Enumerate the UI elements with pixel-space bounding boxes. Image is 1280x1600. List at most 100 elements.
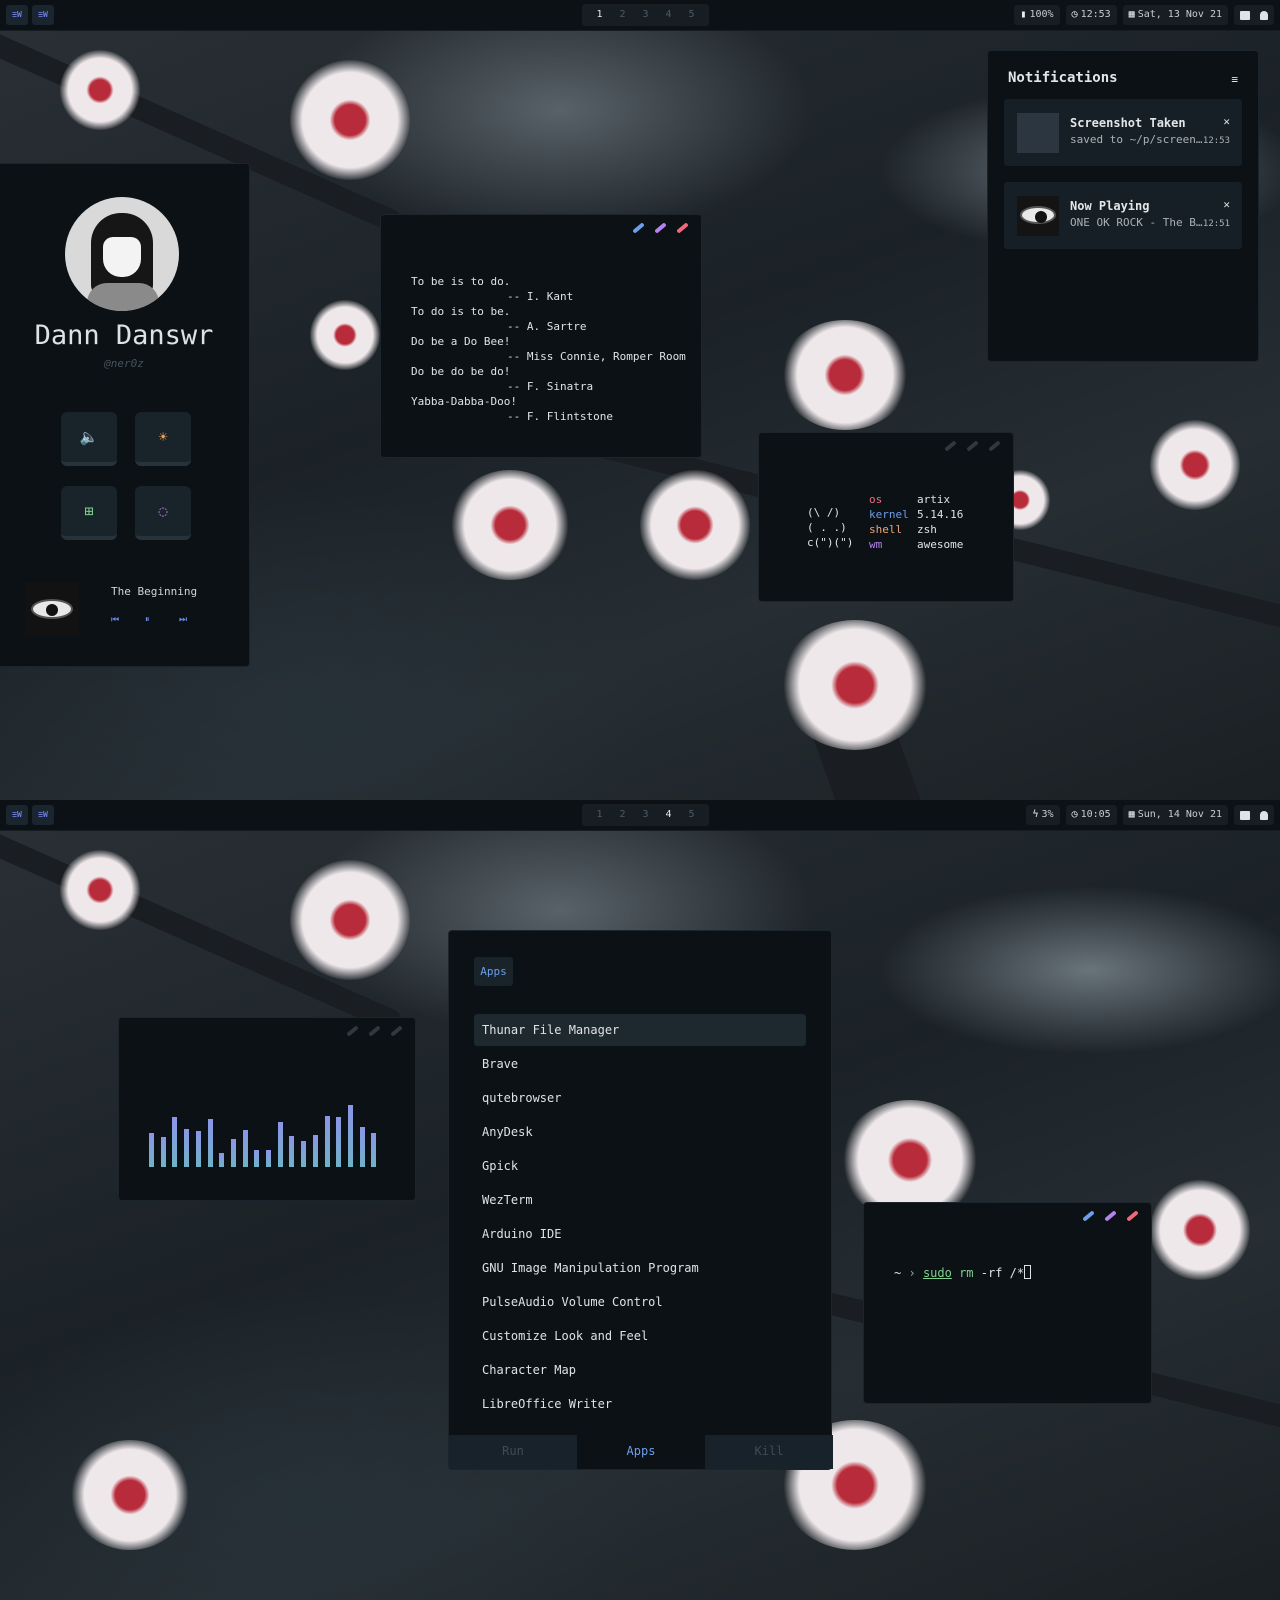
tray-icons xyxy=(1234,5,1274,25)
visualizer-bar xyxy=(195,1131,201,1167)
volume-button[interactable]: 🔈 xyxy=(61,412,117,466)
close-button[interactable] xyxy=(676,222,689,234)
maximize-button[interactable] xyxy=(368,1025,381,1037)
window-controls xyxy=(1082,1210,1139,1222)
cpu-button[interactable]: ⊞ xyxy=(61,486,117,540)
terminal-prompt[interactable]: ~ › sudo rm -rf /* xyxy=(894,1265,1032,1280)
launcher-item[interactable]: WezTerm xyxy=(474,1184,806,1216)
quote-line: Do be a Do Bee! xyxy=(411,335,511,348)
refresh-button[interactable]: ◌ xyxy=(135,486,191,540)
launcher-item[interactable]: Brave xyxy=(474,1048,806,1080)
visualizer-bar xyxy=(347,1105,353,1167)
workspace-1[interactable]: 1 xyxy=(588,804,611,826)
layout-tag-button[interactable]: ≡W xyxy=(32,805,54,825)
bell-icon[interactable] xyxy=(1260,10,1268,20)
text-cursor xyxy=(1024,1265,1032,1279)
minimize-button[interactable] xyxy=(1082,1210,1095,1222)
clock-time: 12:53 xyxy=(1080,9,1111,20)
workspace-3[interactable]: 3 xyxy=(634,804,657,826)
launcher-item[interactable]: Character Map xyxy=(474,1354,806,1386)
blossom xyxy=(780,320,910,430)
workspace-4[interactable]: 4 xyxy=(657,4,680,26)
launcher-item[interactable]: Customize Look and Feel xyxy=(474,1320,806,1352)
album-art xyxy=(25,582,79,636)
layout-tag-button[interactable]: ≡W xyxy=(6,5,28,25)
launcher-item[interactable]: AnyDesk xyxy=(474,1116,806,1148)
visualizer-bar xyxy=(324,1116,330,1167)
close-button[interactable] xyxy=(390,1025,403,1037)
clock-widget[interactable]: ◷ 12:53 xyxy=(1065,5,1117,25)
launcher-item[interactable]: GNU Image Manipulation Program xyxy=(474,1252,806,1284)
layout-tag-button[interactable]: ≡W xyxy=(32,5,54,25)
tab-kill[interactable]: Kill xyxy=(705,1435,833,1469)
visualizer-bar xyxy=(277,1122,283,1167)
notifications-title: Notifications xyxy=(1008,70,1118,86)
visualizer-bar xyxy=(242,1130,248,1167)
clock-time: 10:05 xyxy=(1080,809,1111,820)
clock-widget[interactable]: ◷ 10:05 xyxy=(1065,805,1117,825)
close-icon[interactable]: ✕ xyxy=(1223,198,1230,211)
date-widget[interactable]: ▦ Sat, 13 Nov 21 xyxy=(1122,5,1228,25)
blossom xyxy=(450,470,570,580)
audio-visualizer-window xyxy=(118,1017,416,1201)
layout-tag-button[interactable]: ≡W xyxy=(6,805,28,825)
previous-icon[interactable]: ⏮ xyxy=(111,615,119,625)
close-button[interactable] xyxy=(988,440,1001,452)
launcher-item[interactable]: LibreOffice Writer xyxy=(474,1388,806,1420)
workspace-3[interactable]: 3 xyxy=(634,4,657,26)
quote-author: -- F. Sinatra xyxy=(507,380,594,393)
battery-widget[interactable]: ϟ 3% xyxy=(1026,805,1060,825)
visualizer-bar xyxy=(160,1137,166,1167)
pause-icon[interactable]: ⏸ xyxy=(145,615,150,625)
launcher-item[interactable]: Gpick xyxy=(474,1150,806,1182)
minimize-button[interactable] xyxy=(346,1025,359,1037)
workspace-4[interactable]: 4 xyxy=(657,804,680,826)
bell-icon[interactable] xyxy=(1260,810,1268,820)
calendar-icon: ▦ xyxy=(1128,9,1135,20)
blossom xyxy=(290,60,410,180)
workspace-5[interactable]: 5 xyxy=(680,4,703,26)
top-bar: ≡W ≡W 1 2 3 4 5 ▮ 100% ◷ 12:53 ▦ Sat, 13 No… xyxy=(0,0,1280,31)
close-icon[interactable]: ✕ xyxy=(1223,115,1230,128)
notification-title: Screenshot Taken xyxy=(1070,116,1186,130)
launcher-item[interactable]: PulseAudio Volume Control xyxy=(474,1286,806,1318)
quote-author: -- F. Flintstone xyxy=(507,410,613,423)
maximize-button[interactable] xyxy=(654,222,667,234)
chat-icon[interactable] xyxy=(1240,810,1250,820)
brightness-button[interactable]: ☀ xyxy=(135,412,191,466)
fetch-value-kernel: 5.14.16 xyxy=(917,508,964,521)
workspace-2[interactable]: 2 xyxy=(611,804,634,826)
minimize-button[interactable] xyxy=(944,440,957,452)
desktop-screen-1: ≡W ≡W 1 2 3 4 5 ▮ 100% ◷ 12:53 ▦ Sat, 13 No… xyxy=(0,0,1280,800)
fetch-value-shell: zsh xyxy=(917,523,937,536)
maximize-button[interactable] xyxy=(1104,1210,1117,1222)
minimize-button[interactable] xyxy=(632,222,645,234)
workspace-2[interactable]: 2 xyxy=(611,4,634,26)
quote-line: Do be do be do! xyxy=(411,365,511,378)
cpu-icon: ⊞ xyxy=(84,502,94,520)
clear-all-icon[interactable]: ≡ xyxy=(1231,73,1238,86)
terminal-window[interactable]: ~ › sudo rm -rf /* xyxy=(863,1202,1152,1404)
visualizer-bar xyxy=(312,1135,318,1167)
launcher-item[interactable]: Thunar File Manager xyxy=(474,1014,806,1046)
tab-run[interactable]: Run xyxy=(449,1435,577,1469)
launcher-item[interactable]: Arduino IDE xyxy=(474,1218,806,1250)
workspace-1[interactable]: 1 xyxy=(588,4,611,26)
profile-name: Dann Danswr xyxy=(34,320,214,351)
blossom xyxy=(1150,420,1240,510)
workspace-5[interactable]: 5 xyxy=(680,804,703,826)
next-icon[interactable]: ⏭ xyxy=(179,615,187,625)
notification-card[interactable]: Screenshot Taken saved to ~/p/screen… ✕ … xyxy=(1004,99,1242,166)
close-button[interactable] xyxy=(1126,1210,1139,1222)
notification-card[interactable]: Now Playing ONE OK ROCK - The B… ✕ 12:51 xyxy=(1004,182,1242,249)
launcher-item[interactable]: qutebrowser xyxy=(474,1082,806,1114)
maximize-button[interactable] xyxy=(966,440,979,452)
battery-widget[interactable]: ▮ 100% xyxy=(1014,5,1060,25)
blossom xyxy=(1150,1180,1250,1280)
tray-icons xyxy=(1234,805,1274,825)
date-widget[interactable]: ▦ Sun, 14 Nov 21 xyxy=(1122,805,1228,825)
command-rm: rm xyxy=(959,1266,974,1280)
tab-apps[interactable]: Apps xyxy=(577,1435,705,1469)
notification-time: 12:51 xyxy=(1202,219,1230,229)
chat-icon[interactable] xyxy=(1240,10,1250,20)
